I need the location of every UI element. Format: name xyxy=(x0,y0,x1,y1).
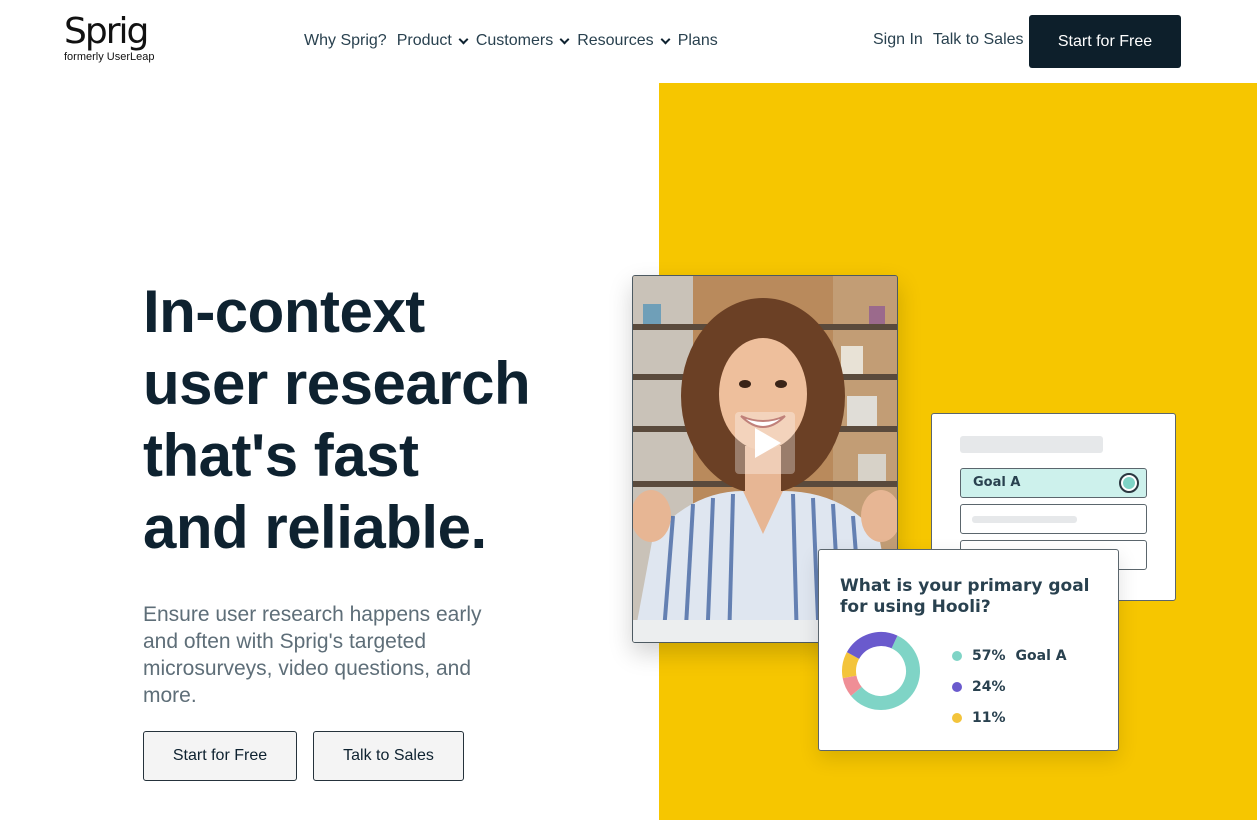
chevron-down-icon xyxy=(558,31,572,51)
sprig-logo[interactable]: Sprig formerly UserLeap xyxy=(64,11,174,64)
nav-customers[interactable]: Customers xyxy=(476,31,572,51)
chevron-down-icon xyxy=(457,31,471,51)
legend-percent: 11% xyxy=(972,709,1006,726)
legend-item: 11% xyxy=(952,702,1067,733)
nav-resources-label: Resources xyxy=(577,32,654,49)
nav-customers-label: Customers xyxy=(475,32,554,49)
poll-donut-chart xyxy=(842,632,920,710)
nav-product-label: Product xyxy=(396,32,452,49)
legend-item: 57% Goal A xyxy=(952,640,1067,671)
survey-option[interactable] xyxy=(960,504,1147,534)
play-icon[interactable] xyxy=(735,412,795,474)
legend-label: Goal A xyxy=(1015,647,1067,664)
legend-percent: 57% xyxy=(972,647,1006,664)
survey-option-label: Goal A xyxy=(973,475,1021,490)
nav-why-sprig[interactable]: Why Sprig? xyxy=(304,31,387,51)
survey-option-selected[interactable]: Goal A xyxy=(960,468,1147,498)
poll-question: What is your primary goal for using Hool… xyxy=(840,576,1090,617)
main-nav: Why Sprig? Product Customers Resources P… xyxy=(304,31,718,51)
placeholder-bar xyxy=(960,436,1103,453)
hero-talk-to-sales-button[interactable]: Talk to Sales xyxy=(313,731,464,781)
headline-line: In-context xyxy=(143,278,425,345)
talk-to-sales-link[interactable]: Talk to Sales xyxy=(933,31,1024,49)
legend-dot xyxy=(952,712,962,723)
nav-why-sprig-label: Why Sprig? xyxy=(304,32,387,49)
nav-resources[interactable]: Resources xyxy=(577,31,672,51)
placeholder-line xyxy=(972,516,1077,523)
hero-subtext: Ensure user research happens early and o… xyxy=(143,603,482,707)
legend-item: 24% xyxy=(952,671,1067,702)
legend-dot xyxy=(952,650,962,661)
chevron-down-icon xyxy=(659,31,673,51)
nav-plans[interactable]: Plans xyxy=(678,31,718,51)
headline-line: that's fast xyxy=(143,422,419,489)
hero-headline: In-context user research that's fast and… xyxy=(143,276,563,564)
nav-product[interactable]: Product xyxy=(397,31,471,51)
auth-links: Sign In Talk to Sales xyxy=(873,31,1024,49)
legend-percent: 24% xyxy=(972,678,1006,695)
radio-selected-icon[interactable] xyxy=(1119,473,1139,493)
start-for-free-button[interactable]: Start for Free xyxy=(1029,15,1181,68)
poll-legend: 57% Goal A 24% 11% xyxy=(952,640,1067,733)
legend-dot xyxy=(952,681,962,692)
sign-in-link[interactable]: Sign In xyxy=(873,31,923,49)
hero-start-for-free-button[interactable]: Start for Free xyxy=(143,731,297,781)
headline-line: and reliable. xyxy=(143,494,487,561)
poll-results-card: What is your primary goal for using Hool… xyxy=(818,549,1119,751)
logo-tagline: formerly UserLeap xyxy=(64,51,155,63)
nav-plans-label: Plans xyxy=(677,32,718,49)
logo-wordmark: Sprig xyxy=(64,11,149,52)
headline-line: user research xyxy=(143,350,531,417)
